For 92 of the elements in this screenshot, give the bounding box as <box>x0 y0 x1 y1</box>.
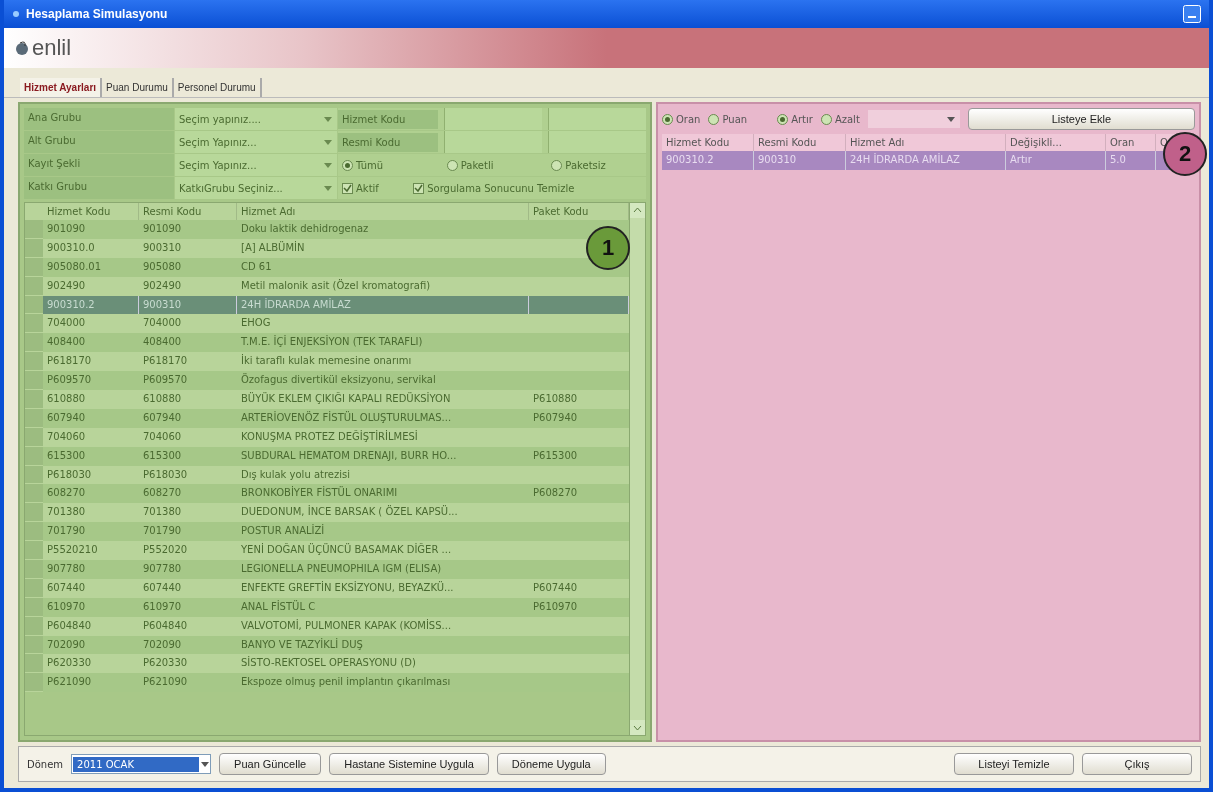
table-cell-text: Ekspoze olmuş penil implantın çıkarılması <box>240 675 452 690</box>
table-cell: 900310 <box>754 151 846 170</box>
table-cell-text: P621090 <box>142 675 189 690</box>
table-cell-text: 607440 <box>142 580 183 595</box>
table-cell-text: P618030 <box>46 467 93 482</box>
table-cell-text: SUBDURAL HEMATOM DRENAJI, BURR HO... <box>240 448 458 463</box>
table-cell-text: EHOG <box>240 316 272 331</box>
table-cell-text: P607940 <box>532 410 579 425</box>
table-cell-text: 408400 <box>142 335 183 350</box>
table-cell-text: 701790 <box>142 524 183 539</box>
table-cell: 24H İDRARDA AMİLAZ <box>846 151 1006 170</box>
table-cell-text: ANAL FİSTÜL C <box>240 599 317 614</box>
table-cell-text: İki taraflı kulak memesine onarımı <box>240 353 413 369</box>
table-cell-text: 907780 <box>46 562 87 577</box>
table-cell-text: 615300 <box>142 448 183 463</box>
table-cell-text: 704060 <box>46 429 87 444</box>
filter-label: Alt Grubu <box>24 131 174 153</box>
table-cell-text: 900310 <box>142 240 183 255</box>
table-cell-text: 702090 <box>142 637 183 652</box>
table-cell-text: Dış kulak yolu atrezisi <box>240 467 351 482</box>
table-cell-text: 905080.01 <box>46 259 103 274</box>
table-cell-text: P621090 <box>46 675 93 690</box>
table-cell-text: ARTERİOVENÖZ FİSTÜL OLUŞTURULMAS... <box>240 410 453 425</box>
table-cell: 5.0 <box>1106 151 1156 170</box>
table-cell-text: BÜYÜK EKLEM ÇIKIĞI KAPALI REDÜKSİYON <box>240 391 452 406</box>
table-cell-text: BRONKOBİYER FİSTÜL ONARIMI <box>240 485 399 501</box>
table-cell-text: P552020 <box>142 543 189 558</box>
table-cell-text: 907780 <box>142 562 183 577</box>
table-cell-text: P620330 <box>142 656 189 671</box>
table-cell-text: P608270 <box>532 486 579 501</box>
table-cell-text: 905080 <box>142 259 183 274</box>
filter-label: Ana Grubu <box>24 108 174 130</box>
table-cell-text: P604840 <box>142 618 189 633</box>
table-cell-text: 704060 <box>142 429 183 444</box>
filter-label: Hizmet Kodu <box>338 109 438 129</box>
table-cell-text: 607940 <box>46 410 87 425</box>
table-cell-text: P618170 <box>142 354 189 369</box>
table-cell-text: 901090 <box>46 222 87 236</box>
table-cell-text: VALVOTOMİ, PULMONER KAPAK (KOMİSS... <box>240 618 453 633</box>
logo-text: enlil <box>32 35 72 61</box>
table-cell-text: 704000 <box>142 316 183 331</box>
table-cell-text: KONUŞMA PROTEZ DEĞİŞTİRİLMESİ <box>240 429 419 444</box>
table-cell-text: 610880 <box>142 392 183 406</box>
table-cell-text: POSTUR ANALİZİ <box>240 523 326 539</box>
table-cell-text: P618030 <box>142 467 189 482</box>
filter-label: Katkı Grubu <box>24 177 174 199</box>
table-cell-text: 610970 <box>46 599 87 614</box>
table-cell-text: 701380 <box>46 505 87 520</box>
table-cell-text: 702090 <box>46 637 87 652</box>
table-cell-text: P609570 <box>46 373 93 388</box>
table-cell-text: P607440 <box>532 580 579 595</box>
table-cell-text: P610880 <box>532 392 579 406</box>
table-cell-text: SİSTO-REKTOSEL OPERASYONU (D) <box>240 655 417 671</box>
filter-label: Resmi Kodu <box>338 132 438 152</box>
table-cell-text: 902490 <box>142 278 183 293</box>
table-cell-text: P5520210 <box>46 543 99 558</box>
table-cell-text: 901090 <box>142 222 183 236</box>
table-cell-text: 408400 <box>46 335 87 350</box>
table-cell-text: 610880 <box>46 392 87 406</box>
table-cell-text: BANYO VE TAZYİKLİ DUŞ <box>240 637 364 652</box>
period-label: Dönem <box>27 758 64 770</box>
table-cell-text: Özofagus divertikül eksizyonu, servikal <box>240 372 437 388</box>
table-cell-text: Metil malonik asit (Özel kromatografi) <box>240 278 432 293</box>
table-cell-text: 900310.0 <box>46 240 96 255</box>
table-cell-text: 607440 <box>46 580 87 595</box>
table-cell-text: LEGIONELLA PNEUMOPHILA IGM (ELISA) <box>240 562 443 577</box>
table-cell-text: 607940 <box>142 410 183 425</box>
table-cell-text: ENFEKTE GREFTİN EKSİZYONU, BEYAZKÜ... <box>240 580 455 595</box>
table-cell-text: 608270 <box>46 486 87 501</box>
filter-label: Kayıt Şekli <box>24 154 174 176</box>
table-cell-text: P609570 <box>142 373 189 388</box>
table-cell-text: P604840 <box>46 618 93 633</box>
table-cell-text: T.M.E. İÇİ ENJEKSİYON (TEK TARAFLI) <box>240 334 424 350</box>
table-cell-text: DUEDONUM, İNCE BARSAK ( ÖZEL KAPSÜ... <box>240 504 459 520</box>
table-cell-text: 704000 <box>46 316 87 331</box>
table-cell-text: P618170 <box>46 354 93 369</box>
table-cell-text: 701380 <box>142 505 183 520</box>
table-cell-text: P610970 <box>532 599 579 614</box>
table-cell-text: [A] ALBÜMİN <box>240 240 306 255</box>
table-cell-text: 902490 <box>46 278 87 293</box>
table-cell-text: YENİ DOĞAN ÜÇÜNCÜ BASAMAK DİĞER ... <box>240 542 453 558</box>
table-cell-text: 608270 <box>142 486 183 501</box>
table-cell-text: CD 61 <box>240 259 273 274</box>
table-cell-text: 615300 <box>46 448 87 463</box>
table-cell-text: 701790 <box>46 524 87 539</box>
window-title: Hesaplama Simulasyonu <box>26 7 169 21</box>
table-cell-text: P620330 <box>46 656 93 671</box>
table-cell: Artır <box>1006 151 1106 170</box>
table-cell-text: P615300 <box>532 448 579 463</box>
table-cell-text: Doku laktik dehidrogenaz <box>240 222 370 236</box>
table-cell-text: 610970 <box>142 599 183 614</box>
table-cell: 900310.2 <box>662 151 754 170</box>
